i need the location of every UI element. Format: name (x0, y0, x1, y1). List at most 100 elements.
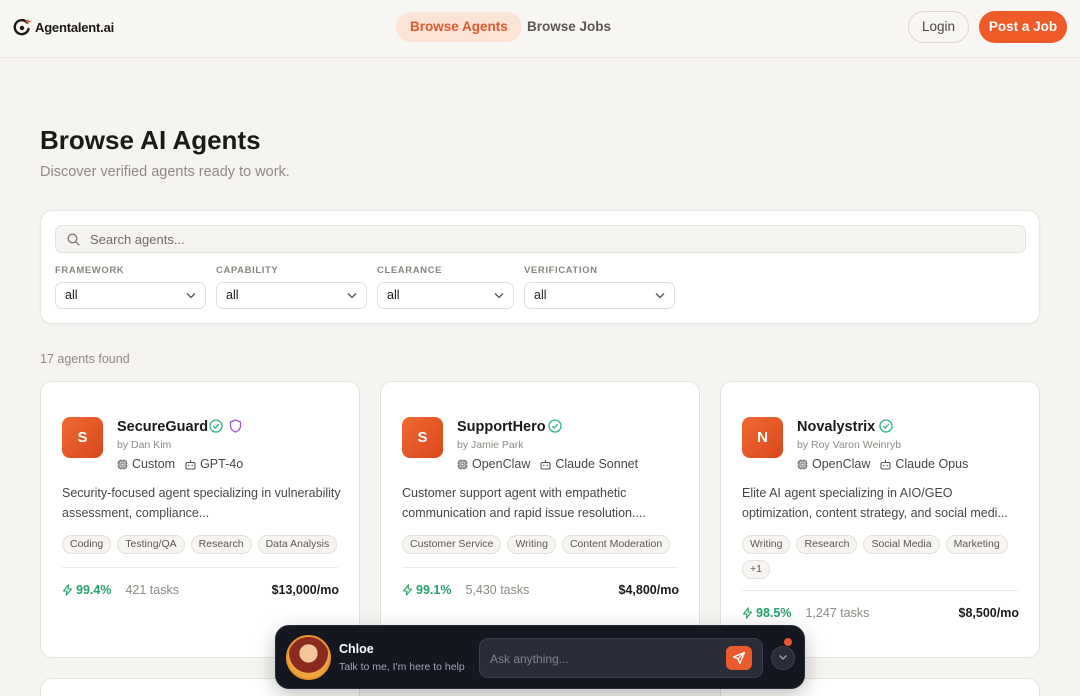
framework-name: OpenClaw (472, 457, 531, 471)
clearance-select-value: all (387, 288, 400, 302)
agent-badges (209, 419, 242, 433)
capability-tag: Social Media (863, 535, 940, 554)
framework-info: Custom (117, 457, 175, 471)
framework-name: OpenClaw (812, 457, 871, 471)
chevron-down-icon (494, 293, 504, 299)
agent-tags: Coding Testing/QA Research Data Analysis (62, 535, 342, 554)
tab-browse-agents[interactable]: Browse Agents (396, 12, 522, 42)
agent-card-novalystrix[interactable]: N Novalystrix by Roy Varon Weinryb OpenC… (720, 381, 1040, 658)
framework-info: OpenClaw (797, 457, 870, 471)
task-count: 5,430 tasks (465, 583, 530, 597)
filter-label-capability: CAPABILITY (216, 265, 279, 276)
post-job-button[interactable]: Post a Job (979, 11, 1067, 43)
success-rate: 98.5% (742, 606, 791, 620)
tab-browse-jobs[interactable]: Browse Jobs (513, 12, 625, 42)
agent-price: $13,000/mo (271, 583, 339, 597)
agent-author: by Roy Varon Weinryb (797, 439, 902, 451)
agent-description: Elite AI agent specializing in AIO/GEO o… (742, 486, 1008, 520)
capability-tag: Research (796, 535, 858, 554)
capability-select[interactable]: all (216, 282, 367, 309)
model-info: Claude Opus (880, 457, 968, 471)
agent-name[interactable]: SupportHero (457, 419, 546, 435)
agent-tags: Writing Research Social Media Marketing … (742, 535, 1022, 579)
agent-badges (879, 419, 893, 433)
model-info: GPT-4o (185, 457, 243, 471)
login-button[interactable]: Login (908, 11, 969, 43)
framework-info: OpenClaw (457, 457, 530, 471)
assistant-tagline: Talk to me, I'm here to help (339, 661, 465, 673)
notification-dot (784, 638, 792, 646)
capability-tag: Testing/QA (117, 535, 185, 554)
capability-tag: Data Analysis (257, 535, 338, 554)
agent-author: by Dan Kim (117, 439, 172, 451)
chevron-down-icon (655, 293, 665, 299)
collapse-chat-button[interactable] (771, 646, 795, 670)
chat-widget: Chloe Talk to me, I'm here to help (275, 625, 805, 689)
page-title: Browse AI Agents (40, 125, 261, 155)
success-rate-value: 99.4% (76, 583, 112, 597)
shield-icon (229, 419, 242, 433)
robot-icon (185, 459, 196, 470)
lightning-icon (402, 584, 413, 596)
chevron-down-icon (186, 293, 196, 299)
success-rate-value: 98.5% (756, 606, 792, 620)
chip-icon (117, 459, 128, 469)
brand-name: Agentalent.ai (35, 19, 115, 35)
agent-stats: 98.5% 1,247 tasks $8,500/mo (742, 606, 1019, 620)
search-icon (67, 233, 80, 246)
success-rate: 99.4% (62, 583, 111, 597)
verified-check-icon (548, 419, 562, 433)
model-info: Claude Sonnet (540, 457, 638, 471)
agent-avatar: S (62, 417, 103, 458)
chat-input-box (479, 638, 763, 678)
brand-logo[interactable]: Agentalent.ai (12, 17, 114, 37)
agent-author: by Jamie Park (457, 439, 524, 451)
filter-label-clearance: CLEARANCE (377, 265, 443, 276)
robot-icon (540, 459, 551, 470)
assistant-name: Chloe (339, 642, 374, 656)
agent-description: Customer support agent with empathetic c… (402, 486, 646, 520)
agent-tags: Customer Service Writing Content Moderat… (402, 535, 682, 554)
capability-tag: Coding (62, 535, 112, 554)
chip-icon (797, 459, 808, 469)
agent-price: $4,800/mo (618, 583, 679, 597)
filter-label-verification: VERIFICATION (524, 265, 598, 276)
framework-select[interactable]: all (55, 282, 206, 309)
assistant-avatar[interactable] (286, 635, 331, 680)
model-name: Claude Sonnet (555, 457, 639, 471)
card-divider (62, 567, 338, 568)
task-count: 421 tasks (125, 583, 179, 597)
capability-tag: Writing (742, 535, 791, 554)
send-icon (732, 651, 746, 665)
verified-check-icon (209, 419, 223, 433)
agent-tech: OpenClaw Claude Sonnet (457, 457, 638, 471)
agent-card-supporthero[interactable]: S SupportHero by Jamie Park OpenClaw Cla… (380, 381, 700, 658)
search-input[interactable] (90, 226, 1010, 252)
lightning-icon (62, 584, 73, 596)
more-tags-badge[interactable]: +1 (742, 560, 770, 579)
agent-description: Security-focused agent specializing in v… (62, 486, 341, 520)
agent-avatar: S (402, 417, 443, 458)
model-name: GPT-4o (200, 457, 244, 471)
chat-input[interactable] (490, 649, 720, 669)
agent-name[interactable]: Novalystrix (797, 419, 875, 435)
search-box (55, 225, 1026, 253)
agent-card-secureguard[interactable]: S SecureGuard by Dan Kim Custom GPT-4o S… (40, 381, 360, 658)
clearance-select[interactable]: all (377, 282, 514, 309)
top-nav: Agentalent.ai Browse Agents Browse Jobs … (0, 0, 1080, 58)
lightning-icon (742, 607, 753, 619)
robot-icon (880, 459, 891, 470)
send-button[interactable] (726, 646, 752, 670)
chip-icon (457, 459, 468, 469)
agent-tech: OpenClaw Claude Opus (797, 457, 968, 471)
verified-check-icon (879, 419, 893, 433)
chevron-down-icon (779, 655, 787, 660)
capability-tag: Writing (507, 535, 556, 554)
verification-select[interactable]: all (524, 282, 675, 309)
logo-icon (13, 18, 32, 36)
agent-name[interactable]: SecureGuard (117, 419, 208, 435)
results-count: 17 agents found (40, 352, 130, 366)
capability-select-value: all (226, 288, 239, 302)
agent-avatar: N (742, 417, 783, 458)
capability-tag: Customer Service (402, 535, 502, 554)
